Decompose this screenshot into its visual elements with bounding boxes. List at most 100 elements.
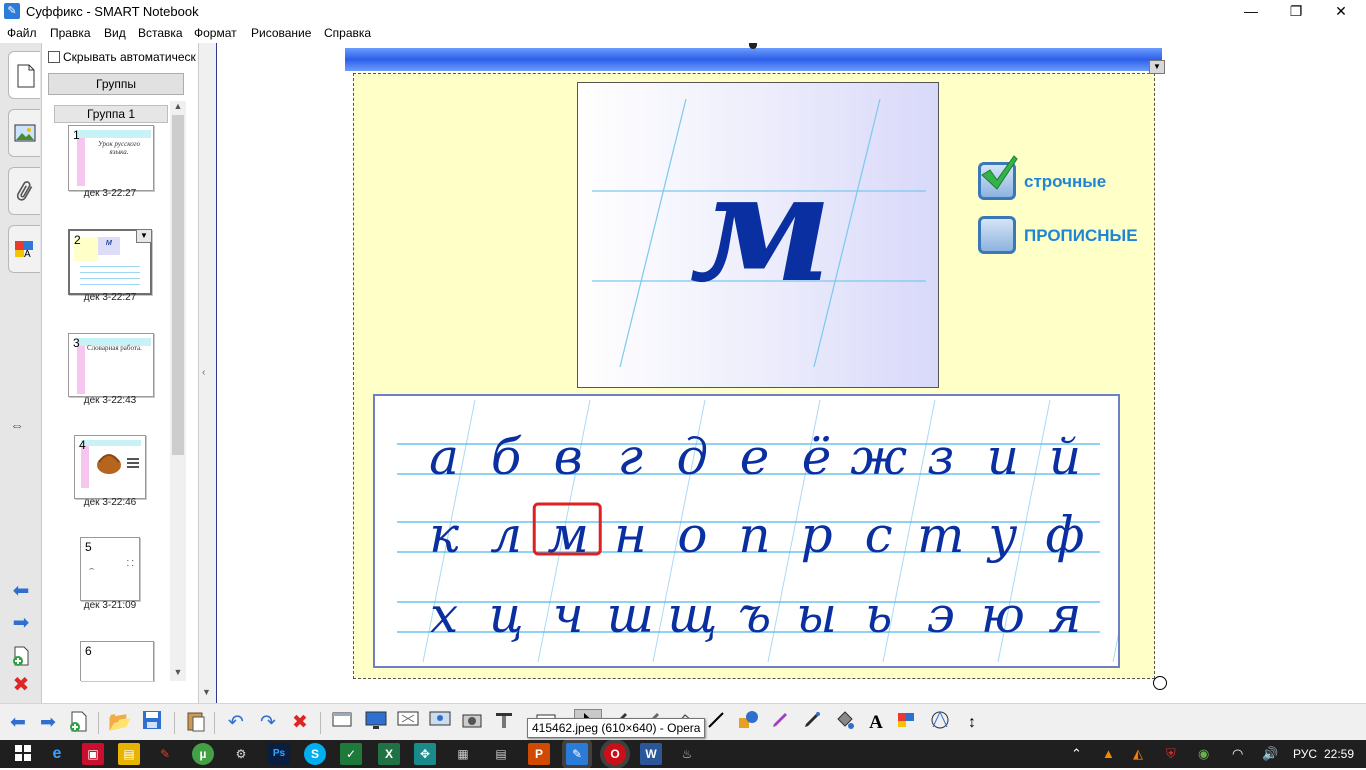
alphabet-letter[interactable]: о (677, 506, 707, 564)
measurement-tools-icon[interactable] (926, 709, 954, 737)
start-button[interactable] (12, 743, 34, 765)
screen-shade-icon[interactable] (328, 709, 356, 737)
alphabet-letter[interactable]: щ (667, 586, 717, 644)
table-icon[interactable] (490, 709, 518, 737)
tray-vlc-icon[interactable]: ◭ (1133, 746, 1143, 762)
alphabet-letter[interactable]: ё (802, 428, 832, 486)
next-page-icon[interactable]: ➡ (8, 613, 34, 635)
utorrent-icon[interactable]: µ (192, 743, 214, 765)
maximize-button[interactable]: ❐ (1273, 0, 1319, 23)
alphabet-letter[interactable]: б (491, 428, 522, 486)
menu-view[interactable]: Вид (104, 26, 126, 40)
add-page-icon[interactable] (8, 645, 34, 667)
smart-notebook-taskbar-icon[interactable]: ✎ (566, 743, 588, 765)
checkbox-box[interactable] (48, 51, 60, 63)
text-tool-icon[interactable]: A (862, 709, 890, 737)
alphabet-letter[interactable]: ш (607, 586, 654, 644)
full-screen-icon[interactable] (362, 709, 390, 737)
excel-icon[interactable]: X (378, 743, 400, 765)
alphabet-letter[interactable]: д (677, 428, 709, 486)
shapes-tool-icon[interactable] (734, 709, 762, 737)
alphabet-letter[interactable]: ц (489, 586, 524, 644)
tray-update-icon[interactable]: ◉ (1198, 746, 1209, 762)
opera-icon[interactable]: O (604, 743, 626, 765)
page-thumbnail-6[interactable]: 6 (80, 641, 154, 681)
alphabet-letter[interactable]: з (927, 428, 954, 486)
alphabet-letter[interactable]: ь (865, 586, 892, 644)
alphabet-letter[interactable]: н (614, 506, 647, 564)
alphabet-letter[interactable]: у (986, 506, 1017, 564)
menu-format[interactable]: Формат (194, 26, 237, 40)
undo-icon[interactable]: ↶ (222, 709, 250, 737)
add-page-icon[interactable] (64, 709, 92, 737)
page-sorter-tab[interactable] (8, 51, 40, 99)
highlighter-icon[interactable] (798, 709, 826, 737)
language-indicator[interactable]: РУС (1293, 747, 1317, 761)
page-thumbnail-2[interactable]: м 2 ▼ (68, 229, 152, 295)
alphabet-letter[interactable]: е (740, 428, 770, 486)
network-icon[interactable]: ◠ (1232, 746, 1243, 762)
gallery-tab[interactable] (8, 109, 40, 157)
volume-icon[interactable]: 🔊 (1262, 746, 1278, 762)
move-toolbar-icon[interactable]: ↕ (958, 709, 986, 737)
scroll-down-icon[interactable]: ▼ (202, 687, 211, 697)
swap-side-icon[interactable]: ⇔ (10, 417, 24, 433)
alphabet-letter[interactable]: р (801, 506, 833, 564)
powerpoint-icon[interactable]: P (528, 743, 550, 765)
clock[interactable]: 22:59 (1324, 747, 1354, 761)
resize-handle[interactable] (1153, 676, 1167, 690)
page-thumbnail-4[interactable]: 4 (74, 435, 146, 499)
edge-icon[interactable]: e (46, 743, 68, 765)
close-button[interactable]: ✕ (1318, 0, 1364, 23)
alphabet-letter[interactable]: й (1049, 428, 1081, 486)
app-icon[interactable]: ♨ (676, 743, 698, 765)
scroll-up-icon[interactable]: ▲ (172, 101, 184, 113)
alphabet-letter[interactable]: ы (796, 586, 837, 644)
alphabet-letter[interactable]: л (490, 506, 522, 564)
alphabet-letter[interactable]: т (917, 506, 964, 564)
calculator-icon[interactable]: ▦ (452, 743, 474, 765)
save-app-icon[interactable]: ▣ (82, 743, 104, 765)
alphabet-letter[interactable]: с (865, 506, 893, 564)
splitter-handle-icon[interactable]: ‹ (202, 367, 205, 378)
page-thumbnail-1[interactable]: 1 Урок русского языка. (68, 125, 154, 191)
sheets-app-icon[interactable]: ✓ (340, 743, 362, 765)
tray-shield-icon[interactable]: ⛨ (1166, 746, 1176, 762)
alphabet-letter[interactable]: а (429, 428, 459, 486)
alphabet-letter[interactable]: х (430, 586, 458, 644)
line-tool-icon[interactable] (702, 709, 730, 737)
menu-edit[interactable]: Правка (50, 26, 91, 40)
alphabet-letter[interactable]: ч (553, 586, 584, 644)
previous-page-icon[interactable]: ⬅ (8, 581, 34, 603)
slide-page[interactable]: м строчные ПРОПИСНЫЕ абвгдеёжзийклмнопрс… (353, 73, 1166, 679)
settings-app-icon[interactable]: ⚙ (230, 743, 252, 765)
screen-capture-icon[interactable] (458, 709, 486, 737)
alphabet-letter[interactable]: ж (850, 428, 907, 486)
menu-help[interactable]: Справка (324, 26, 371, 40)
show-hidden-icons[interactable]: ⌃ (1071, 746, 1082, 762)
checkbox-box[interactable] (978, 155, 1018, 200)
object-menu-button[interactable]: ▼ (1149, 60, 1165, 74)
alphabet-letter[interactable]: г (618, 428, 643, 486)
pen-app-icon[interactable]: ✎ (154, 743, 176, 765)
document-camera-icon[interactable] (426, 709, 454, 737)
menu-insert[interactable]: Вставка (138, 26, 183, 40)
delete-page-icon[interactable]: ✖ (8, 675, 34, 697)
previous-page-icon[interactable]: ⬅ (4, 709, 32, 737)
alphabet-letter[interactable]: к (429, 506, 459, 564)
menu-draw[interactable]: Рисование (251, 26, 311, 40)
next-page-icon[interactable]: ➡ (34, 709, 62, 737)
tray-app-icon[interactable]: ▲ (1102, 746, 1115, 761)
dual-page-icon[interactable] (394, 709, 422, 737)
alphabet-letter[interactable]: в (554, 428, 583, 486)
sorter-scrollbar[interactable]: ▲ ▼ (170, 101, 186, 681)
word-icon[interactable]: W (640, 743, 662, 765)
alphabet-letter[interactable]: э (927, 586, 955, 644)
panel-splitter[interactable]: ‹ ▼ (198, 43, 216, 703)
page-menu-button[interactable]: ▼ (136, 229, 152, 243)
mindmap-app-icon[interactable]: ✥ (414, 743, 436, 765)
alphabet-letter[interactable]: ъ (738, 586, 771, 644)
properties-icon[interactable] (894, 709, 922, 737)
explorer-icon[interactable]: ▤ (118, 743, 140, 765)
alphabet-letter[interactable]: ф (1045, 506, 1084, 564)
